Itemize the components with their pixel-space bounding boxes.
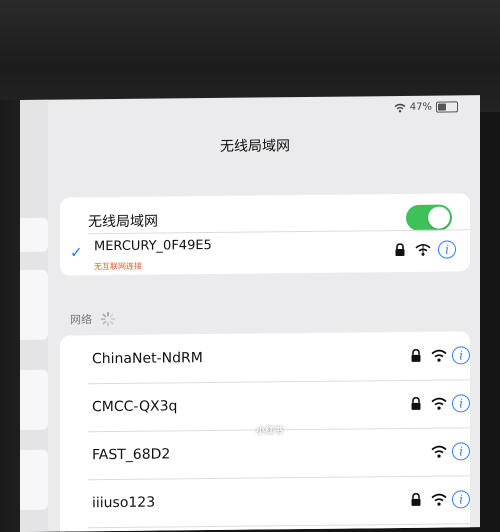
connected-network-row[interactable]: ✓ MERCURY_0F49E5 无互联网连接 i: [60, 227, 470, 275]
wifi-icon: [431, 493, 447, 506]
checkmark-icon: ✓: [70, 243, 83, 262]
toggle-knob: [428, 206, 450, 229]
info-icon[interactable]: i: [452, 442, 470, 461]
info-icon[interactable]: i: [438, 240, 456, 259]
info-icon[interactable]: i: [452, 394, 470, 413]
info-icon[interactable]: i: [452, 490, 470, 509]
status-bar: 47%: [394, 101, 458, 113]
settings-sidebar: [20, 99, 48, 532]
network-row[interactable]: ChinaNet-NdRM i: [60, 331, 470, 383]
network-name: FAST_68D2: [92, 446, 171, 464]
network-name: CMCC-QX3q: [92, 398, 178, 416]
lock-icon: [395, 243, 405, 257]
watermark-text: 小红书: [256, 426, 284, 437]
screen: 47% 无线局域网 无线局域网 ✓ MERCURY_0F49E5 无互联网连接: [20, 95, 480, 532]
connected-network-status: 无互联网连接: [94, 261, 142, 272]
wifi-status-icon: [394, 103, 406, 112]
wifi-icon: [431, 349, 447, 362]
wifi-icon: [431, 397, 447, 410]
wifi-toggle-label: 无线局域网: [88, 213, 158, 231]
lock-icon: [411, 349, 421, 362]
page-title: 无线局域网: [220, 138, 290, 155]
sidebar-item[interactable]: [20, 449, 48, 510]
loading-spinner-icon: [100, 311, 116, 327]
networks-section-label: 网络: [70, 313, 92, 327]
lock-icon: [411, 397, 421, 410]
networks-section-header: 网络: [70, 311, 116, 327]
network-row[interactable]: iiiuso123 i: [60, 475, 470, 527]
sidebar-item[interactable]: [20, 269, 48, 340]
network-name: iiiuso123: [92, 494, 156, 512]
sidebar-item[interactable]: [20, 217, 48, 252]
battery-icon: [436, 101, 458, 113]
network-name: ChinaNet-NdRM: [92, 350, 203, 368]
wifi-icon: [431, 445, 447, 458]
info-icon[interactable]: i: [452, 346, 470, 365]
battery-percent: 47%: [409, 101, 432, 113]
wifi-no-internet-icon: [415, 243, 431, 256]
wifi-group: 无线局域网 ✓ MERCURY_0F49E5 无互联网连接 i: [60, 193, 470, 276]
sidebar-item[interactable]: [20, 369, 48, 430]
lock-icon: [411, 493, 421, 506]
connected-network-name: MERCURY_0F49E5: [94, 237, 212, 255]
